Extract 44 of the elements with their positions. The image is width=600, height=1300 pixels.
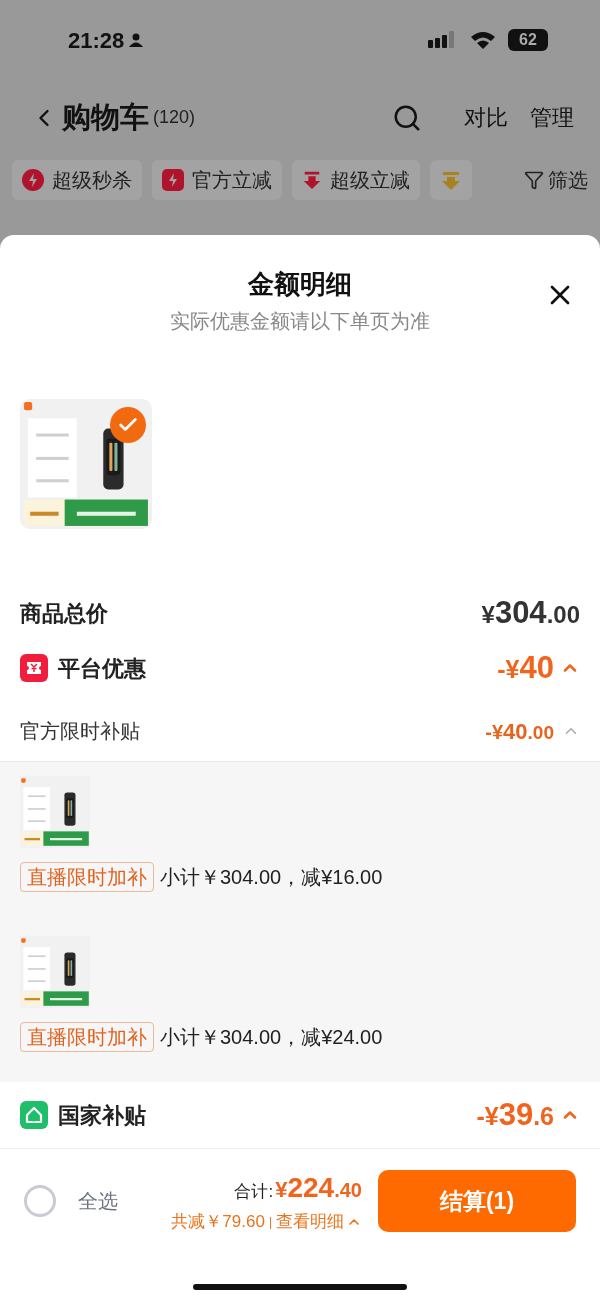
- filter-icon: [524, 170, 544, 190]
- nav-action[interactable]: 对比: [464, 101, 508, 134]
- filter-button[interactable]: 筛选: [524, 165, 588, 195]
- down-arrow-icon: [440, 169, 462, 191]
- page-title: 购物车: [62, 99, 149, 135]
- promo-tag: 直播限时加补: [20, 1022, 154, 1052]
- wifi-icon: [470, 30, 496, 50]
- coupon-icon: [20, 654, 48, 682]
- lightning-icon: [162, 169, 184, 191]
- cart-count: (120): [153, 106, 196, 129]
- checkout-button[interactable]: 结算(1): [378, 1170, 576, 1232]
- subsidy-label: 官方限时补贴: [20, 719, 140, 744]
- filter-chip[interactable]: 官方立减: [152, 160, 282, 200]
- battery-indicator: 62: [508, 29, 548, 51]
- row-label: 国家补贴: [58, 1101, 146, 1130]
- subtotal-text: 小计￥304.00，减¥16.00: [160, 865, 383, 890]
- subsidy-toggle[interactable]: -¥40.00: [485, 714, 580, 748]
- nav-action[interactable]: 管理: [530, 101, 574, 134]
- saved-amount: 共减￥79.60: [171, 1211, 265, 1234]
- select-all-checkbox[interactable]: [24, 1185, 56, 1217]
- view-details-link[interactable]: 查看明细: [276, 1209, 362, 1235]
- row-label: 平台优惠: [58, 654, 146, 683]
- discount-toggle[interactable]: -¥40: [497, 644, 580, 692]
- price-amount: ¥304.00: [481, 593, 580, 632]
- promo-tag: 直播限时加补: [20, 862, 154, 892]
- home-icon: [20, 1101, 48, 1129]
- select-all-label: 全选: [78, 1189, 118, 1214]
- total-amount: ¥224.40: [275, 1171, 362, 1206]
- subsidy-amount: -¥40.00: [485, 717, 554, 746]
- discount-amount: -¥39.6: [476, 1095, 554, 1134]
- total-label: 合计:: [234, 1181, 274, 1204]
- down-arrow-icon: [302, 169, 322, 191]
- person-icon: [128, 32, 145, 48]
- subtotal-text: 小计￥304.00，减¥24.00: [160, 1025, 383, 1050]
- row-label: 商品总价: [20, 599, 108, 628]
- discount-toggle[interactable]: -¥39.6: [476, 1091, 580, 1139]
- sheet-title: 金额明细: [248, 268, 352, 301]
- sheet-subtitle: 实际优惠金额请以下单页为准: [170, 309, 430, 334]
- lightning-icon: [22, 169, 44, 191]
- filter-chip[interactable]: 超级立减: [292, 160, 420, 200]
- filter-chip[interactable]: 超级秒杀: [12, 160, 142, 200]
- separator: |: [268, 1214, 272, 1231]
- discount-amount: -¥40: [497, 648, 554, 687]
- status-time: 21:28: [68, 26, 125, 55]
